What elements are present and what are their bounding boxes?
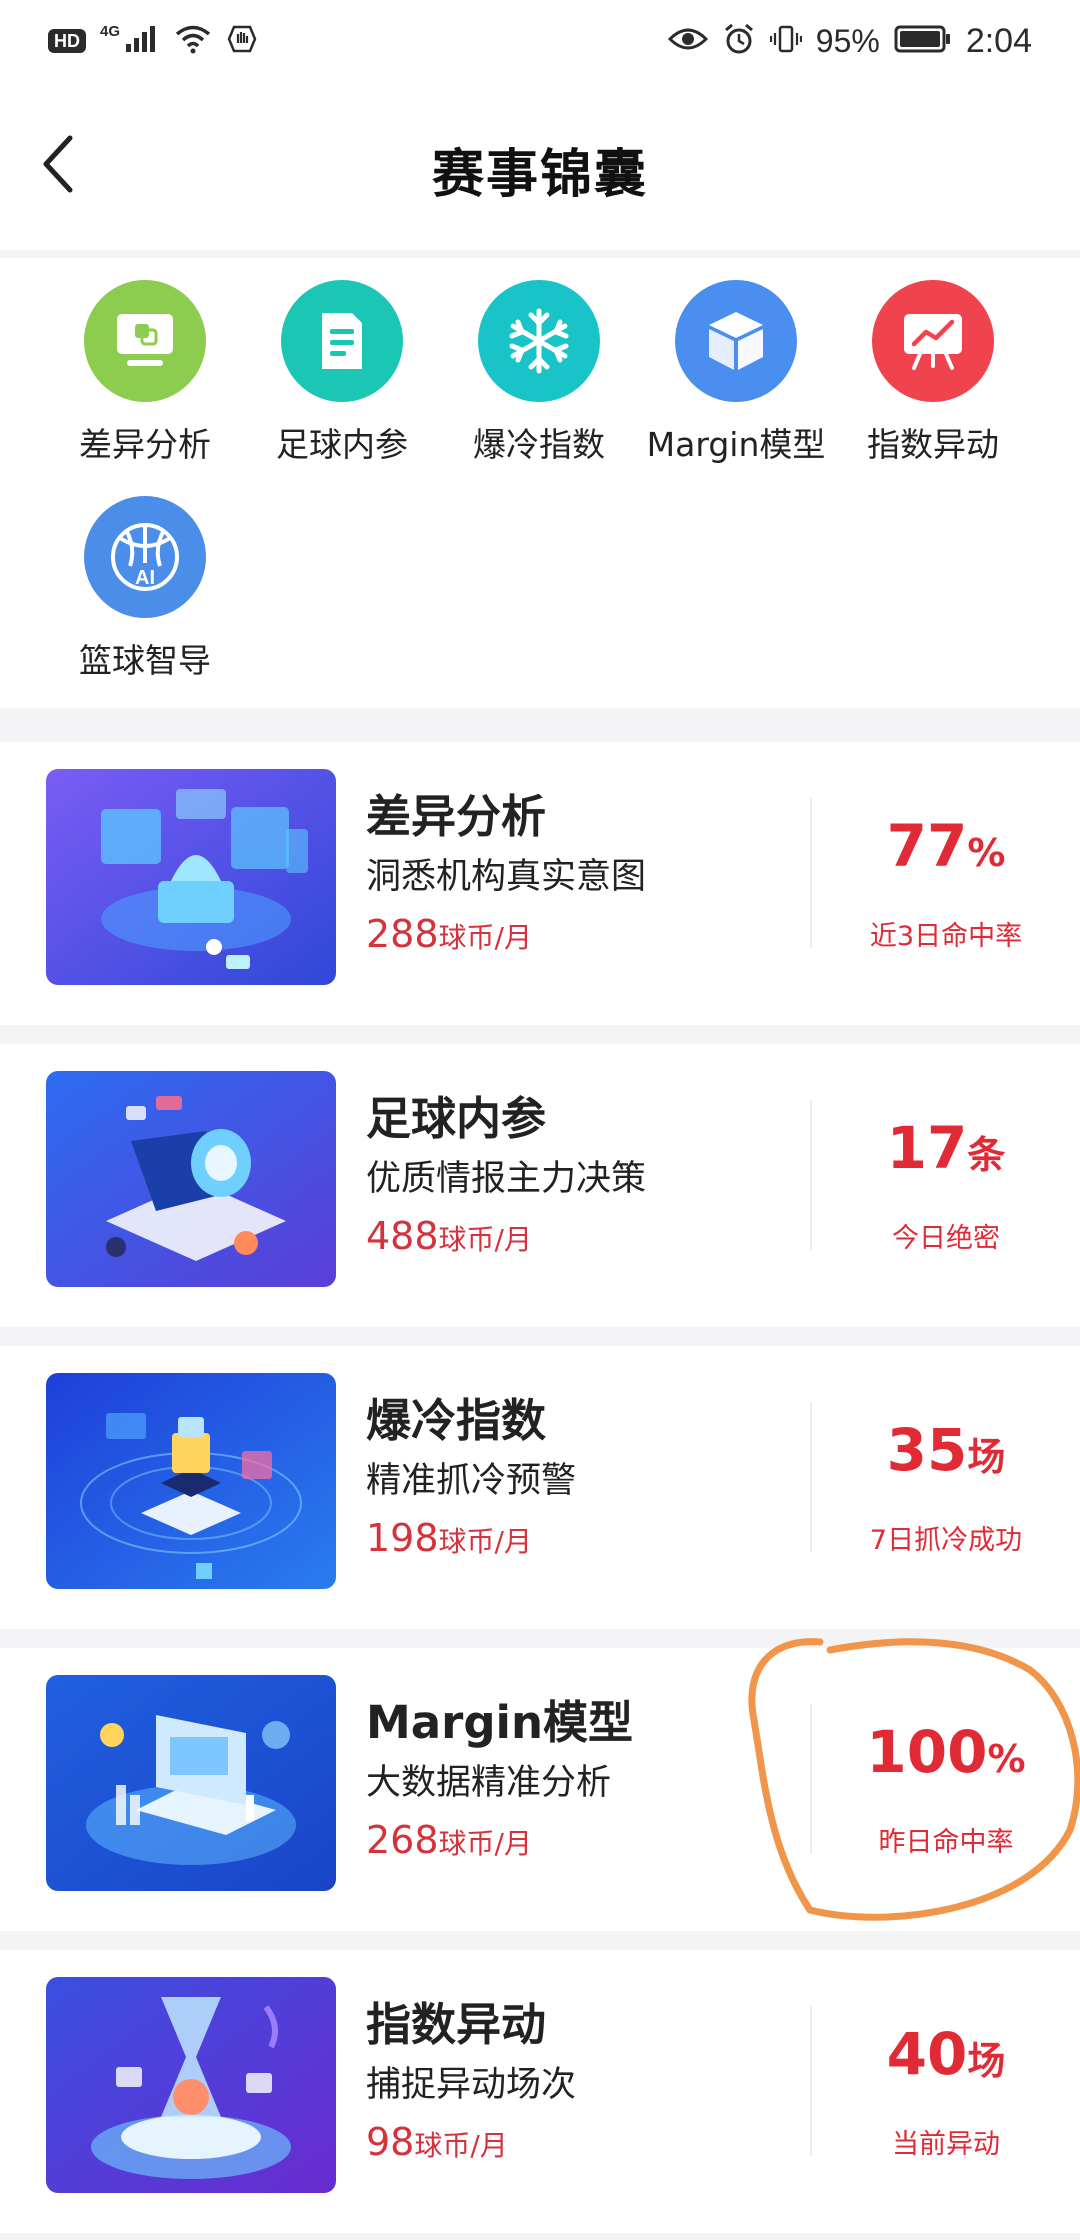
monitor-icon — [84, 280, 206, 402]
card-stat: 100% — [812, 1718, 1080, 1786]
category-diff-analysis[interactable]: 差异分析 — [45, 280, 245, 466]
stat-value: 17 — [886, 1114, 968, 1182]
network-type: 4G — [100, 22, 121, 40]
card-title: 指数异动 — [366, 1998, 547, 2051]
hd-badge: HD — [48, 29, 86, 53]
product-card-index-anomaly[interactable]: 指数异动 捕捉异动场次 98球币/月 40场 当前异动 — [0, 1950, 1080, 2233]
stat-value: 77 — [886, 812, 968, 880]
price-unit: 球币/月 — [438, 1827, 532, 1860]
product-card-diff-analysis[interactable]: 差异分析 洞悉机构真实意图 288球币/月 77% 近3日命中率 — [0, 742, 1080, 1025]
card-stat: 77% — [812, 812, 1080, 880]
category-label: 差异分析 — [79, 425, 211, 464]
vibrate-icon — [769, 23, 802, 60]
price-unit: 球币/月 — [438, 1525, 532, 1558]
stat-unit: % — [987, 1737, 1026, 1781]
basketball-ai-icon: AI — [84, 496, 206, 618]
price-value: 288 — [366, 912, 439, 956]
wifi-icon — [174, 24, 212, 59]
card-price: 268球币/月 — [366, 1818, 532, 1862]
stat-value: 40 — [886, 2020, 968, 2088]
price-unit: 球币/月 — [438, 921, 532, 954]
card-illustration — [46, 1373, 336, 1589]
status-left: HD 4G — [48, 23, 258, 60]
category-label: Margin模型 — [646, 425, 826, 464]
trend-board-icon — [872, 280, 994, 402]
alarm-icon — [722, 22, 756, 61]
page-title: 赛事锦囊 — [431, 145, 648, 205]
status-bar: HD 4G 95% 2:04 — [0, 0, 1080, 82]
stat-unit: % — [967, 831, 1006, 875]
card-title: 爆冷指数 — [366, 1394, 547, 1447]
card-price: 488球币/月 — [366, 1214, 532, 1258]
stat-unit: 场 — [967, 2039, 1006, 2083]
stat-label: 今日绝密 — [892, 1223, 1000, 1254]
category-basketball-ai[interactable]: AI 篮球智导 — [45, 496, 245, 682]
snowflake-icon — [478, 280, 600, 402]
category-label: 爆冷指数 — [473, 425, 605, 464]
category-football-insider[interactable]: 足球内参 — [242, 280, 442, 466]
price-value: 488 — [366, 1214, 439, 1258]
card-subtitle: 捕捉异动场次 — [366, 2065, 577, 2105]
category-panel: 差异分析 足球内参 爆冷指数 Margin模型 指数异动 AI 篮球智导 — [0, 258, 1080, 708]
stat-unit: 场 — [967, 1435, 1006, 1479]
category-label: 足球内参 — [276, 425, 408, 464]
battery-icon — [894, 24, 952, 59]
price-unit: 球币/月 — [414, 2129, 508, 2162]
clock-time: 2:04 — [965, 21, 1032, 60]
card-illustration — [46, 1977, 336, 2193]
cube-icon — [675, 280, 797, 402]
product-card-upset-index[interactable]: 爆冷指数 精准抓冷预警 198球币/月 35场 7日抓冷成功 — [0, 1346, 1080, 1629]
stat-label: 7日抓冷成功 — [869, 1525, 1023, 1556]
card-subtitle: 精准抓冷预警 — [366, 1461, 577, 1501]
stat-label: 近3日命中率 — [869, 921, 1023, 952]
signal-icon — [124, 24, 160, 59]
category-upset-index[interactable]: 爆冷指数 — [439, 280, 639, 466]
eye-icon — [667, 25, 708, 58]
stat-value: 35 — [886, 1416, 968, 1484]
card-subtitle: 洞悉机构真实意图 — [366, 857, 647, 897]
product-card-margin-model[interactable]: Margin模型 大数据精准分析 268球币/月 100% 昨日命中率 — [0, 1648, 1080, 1931]
hand-icon — [226, 23, 258, 60]
card-title: 足球内参 — [366, 1092, 547, 1145]
price-unit: 球币/月 — [438, 1223, 532, 1256]
price-value: 268 — [366, 1818, 439, 1862]
stat-value: 100 — [866, 1718, 988, 1786]
price-value: 198 — [366, 1516, 439, 1560]
card-illustration — [46, 1071, 336, 1287]
card-price: 98球币/月 — [366, 2120, 508, 2164]
stat-unit: 条 — [967, 1133, 1006, 1177]
card-illustration — [46, 1675, 336, 1891]
status-right: 95% 2:04 — [667, 21, 1032, 61]
svg-text:AI: AI — [135, 567, 155, 589]
category-label: 篮球智导 — [79, 641, 211, 680]
card-stat: 40场 — [812, 2020, 1080, 2088]
battery-percent: 95% — [815, 22, 880, 59]
category-margin-model[interactable]: Margin模型 — [636, 280, 836, 466]
product-card-football-insider[interactable]: 足球内参 优质情报主力决策 488球币/月 17条 今日绝密 — [0, 1044, 1080, 1327]
card-subtitle: 大数据精准分析 — [366, 1763, 612, 1803]
price-value: 98 — [366, 2120, 415, 2164]
stat-label: 昨日命中率 — [878, 1827, 1014, 1858]
category-index-anomaly[interactable]: 指数异动 — [833, 280, 1033, 466]
card-price: 198球币/月 — [366, 1516, 532, 1560]
document-icon — [281, 280, 403, 402]
card-illustration — [46, 769, 336, 985]
card-title: Margin模型 — [366, 1696, 634, 1749]
category-label: 指数异动 — [867, 425, 999, 464]
stat-label: 当前异动 — [892, 2129, 1000, 2160]
nav-bar: 赛事锦囊 — [0, 82, 1080, 250]
card-title: 差异分析 — [366, 790, 547, 843]
card-stat: 17条 — [812, 1114, 1080, 1182]
card-stat: 35场 — [812, 1416, 1080, 1484]
card-price: 288球币/月 — [366, 912, 532, 956]
card-subtitle: 优质情报主力决策 — [366, 1159, 647, 1199]
